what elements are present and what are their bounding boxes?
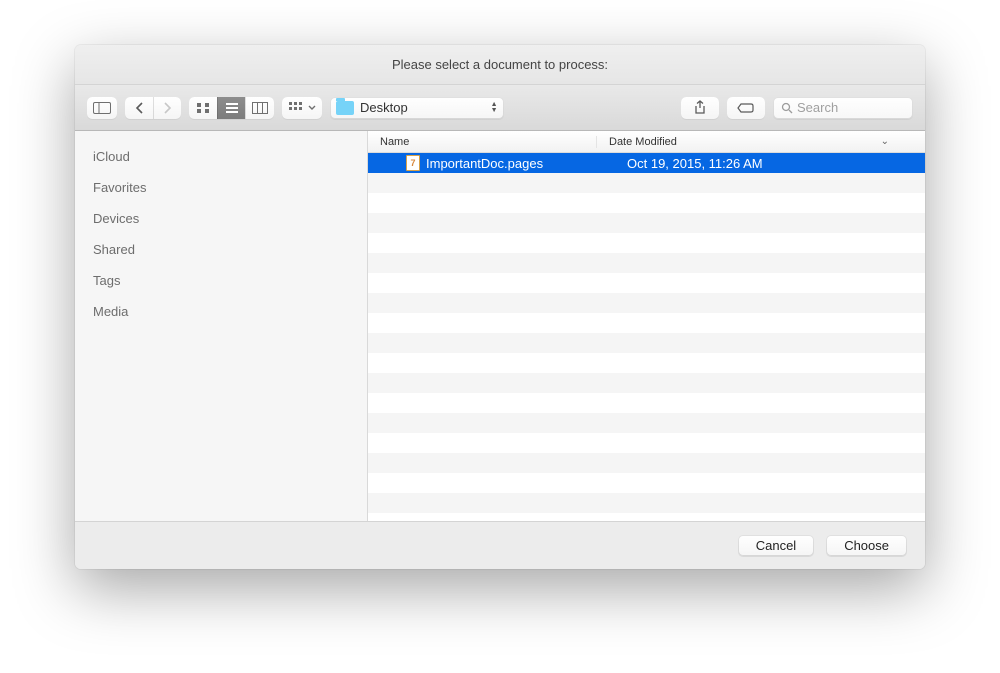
choose-button[interactable]: Choose bbox=[826, 535, 907, 556]
search-field[interactable]: Search bbox=[773, 97, 913, 119]
sidebar-item-label: Shared bbox=[93, 242, 135, 257]
sidebar-item-favorites[interactable]: Favorites bbox=[75, 172, 367, 203]
footer: Cancel Choose bbox=[75, 521, 925, 569]
choose-label: Choose bbox=[844, 538, 889, 553]
file-row-empty bbox=[368, 353, 925, 373]
file-row-empty bbox=[368, 293, 925, 313]
sidebar-item-shared[interactable]: Shared bbox=[75, 234, 367, 265]
sidebar-toggle-button[interactable] bbox=[87, 97, 117, 119]
tag-icon bbox=[737, 102, 755, 114]
search-icon bbox=[781, 102, 793, 114]
folder-icon bbox=[336, 101, 354, 115]
file-row-empty bbox=[368, 433, 925, 453]
columns-icon bbox=[252, 102, 268, 114]
share-group bbox=[681, 97, 719, 119]
toolbar: Desktop ▲▼ bbox=[75, 85, 925, 131]
file-area: Name Date Modified ⌄ 7 ImportantDoc.page… bbox=[368, 131, 925, 521]
column-view-button[interactable] bbox=[245, 97, 274, 119]
file-row-empty bbox=[368, 313, 925, 333]
cancel-button[interactable]: Cancel bbox=[738, 535, 814, 556]
file-name: ImportantDoc.pages bbox=[426, 156, 543, 171]
tags-button[interactable] bbox=[727, 97, 765, 119]
file-row-empty bbox=[368, 213, 925, 233]
forward-button[interactable] bbox=[153, 97, 181, 119]
content-area: iCloud Favorites Devices Shared Tags Med… bbox=[75, 131, 925, 521]
sidebar-item-devices[interactable]: Devices bbox=[75, 203, 367, 234]
chevron-right-icon bbox=[163, 102, 172, 114]
file-row-empty bbox=[368, 473, 925, 493]
file-row-empty bbox=[368, 233, 925, 253]
arrange-icon bbox=[289, 102, 305, 114]
file-row-empty bbox=[368, 413, 925, 433]
file-row-empty bbox=[368, 373, 925, 393]
tags-group bbox=[727, 97, 765, 119]
updown-icon: ▲▼ bbox=[491, 102, 498, 114]
location-popup[interactable]: Desktop ▲▼ bbox=[330, 97, 504, 119]
sidebar-item-tags[interactable]: Tags bbox=[75, 265, 367, 296]
dialog-title-bar: Please select a document to process: bbox=[75, 45, 925, 85]
column-date-modified[interactable]: Date Modified ⌄ bbox=[597, 136, 907, 148]
pages-file-icon: 7 bbox=[406, 155, 420, 171]
search-placeholder: Search bbox=[797, 100, 838, 115]
chevron-down-icon: ⌄ bbox=[881, 136, 889, 147]
file-row-empty bbox=[368, 253, 925, 273]
list-icon bbox=[225, 102, 239, 114]
column-name[interactable]: Name bbox=[368, 136, 597, 148]
arrange-group bbox=[282, 97, 322, 119]
file-date: Oct 19, 2015, 11:26 AM bbox=[627, 156, 763, 171]
file-row-empty bbox=[368, 193, 925, 213]
column-date-label: Date Modified bbox=[609, 136, 677, 148]
file-row-empty bbox=[368, 493, 925, 513]
chevron-left-icon bbox=[135, 102, 144, 114]
sidebar: iCloud Favorites Devices Shared Tags Med… bbox=[75, 131, 368, 521]
file-row-empty bbox=[368, 273, 925, 293]
sidebar-item-media[interactable]: Media bbox=[75, 296, 367, 327]
file-row-empty bbox=[368, 393, 925, 413]
sidebar-item-label: Favorites bbox=[93, 180, 146, 195]
view-mode-group bbox=[189, 97, 274, 119]
column-name-label: Name bbox=[380, 136, 409, 148]
sidebar-item-label: Devices bbox=[93, 211, 139, 226]
share-icon bbox=[694, 100, 706, 115]
dialog-title: Please select a document to process: bbox=[392, 57, 608, 72]
icon-view-button[interactable] bbox=[189, 97, 217, 119]
grid-icon bbox=[196, 102, 210, 114]
sidebar-item-label: Media bbox=[93, 304, 128, 319]
chevron-down-icon bbox=[308, 105, 316, 111]
sidebar-item-label: Tags bbox=[93, 273, 120, 288]
file-row-empty bbox=[368, 453, 925, 473]
sidebar-toggle-group bbox=[87, 97, 117, 119]
open-dialog: Please select a document to process: bbox=[75, 45, 925, 569]
sidebar-item-label: iCloud bbox=[93, 149, 130, 164]
cancel-label: Cancel bbox=[756, 538, 796, 553]
column-header: Name Date Modified ⌄ bbox=[368, 131, 925, 153]
back-button[interactable] bbox=[125, 97, 153, 119]
file-list[interactable]: 7 ImportantDoc.pages Oct 19, 2015, 11:26… bbox=[368, 153, 925, 521]
arrange-button[interactable] bbox=[282, 97, 322, 119]
sidebar-icon bbox=[93, 102, 111, 114]
nav-group bbox=[125, 97, 181, 119]
share-button[interactable] bbox=[681, 97, 719, 119]
file-row-empty bbox=[368, 173, 925, 193]
sidebar-item-icloud[interactable]: iCloud bbox=[75, 141, 367, 172]
list-view-button[interactable] bbox=[217, 97, 245, 119]
file-row[interactable]: 7 ImportantDoc.pages Oct 19, 2015, 11:26… bbox=[368, 153, 925, 173]
location-label: Desktop bbox=[360, 100, 408, 115]
file-row-empty bbox=[368, 333, 925, 353]
